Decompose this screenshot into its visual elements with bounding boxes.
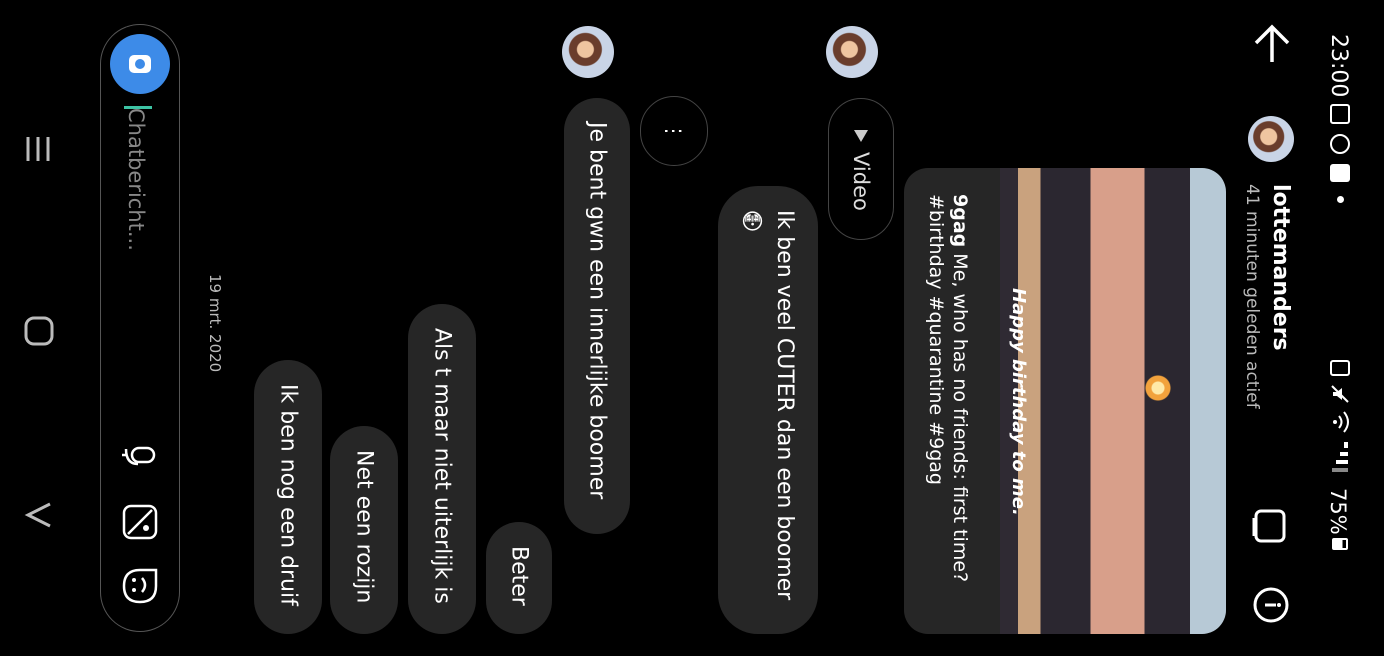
message-bubble-5[interactable]: Net een rozijn (330, 426, 398, 634)
message-text-1: Ik ben veel CUTER dan een boomer (772, 210, 797, 601)
post-caption: 9gag Me, who has no friends: first time?… (924, 194, 972, 614)
more-options-button[interactable]: ⋮ (640, 96, 708, 166)
message-bubble-2[interactable]: Je bent gwn een innerlijke boomer (564, 98, 630, 534)
gallery-button[interactable] (122, 504, 158, 544)
username[interactable]: lottemanders (1268, 184, 1293, 351)
microphone-icon (122, 446, 156, 466)
status-time: 23:00 (1326, 34, 1351, 98)
message-bubble-3[interactable]: Beter (486, 522, 552, 634)
date-label: 19 mrt. 2020 (206, 274, 224, 373)
header-avatar[interactable] (1248, 116, 1294, 162)
camera-button[interactable] (110, 34, 170, 94)
last-active-status: 41 minuten geleden actief (1242, 184, 1262, 409)
info-icon (1253, 587, 1289, 623)
post-caption-text: Me, who has no friends: first time? #bir… (925, 194, 971, 583)
message-text-2: Je bent gwn een innerlijke boomer (584, 122, 610, 500)
voice-message-button[interactable] (120, 440, 160, 480)
arrow-back-icon (1254, 24, 1290, 62)
battery-percentage: 75% (1326, 488, 1350, 535)
sender-avatar-2[interactable] (562, 26, 614, 78)
message-text-3: Beter (506, 546, 532, 606)
back-nav-button[interactable] (24, 500, 54, 534)
sticker-icon (122, 568, 158, 604)
video-pill[interactable]: Video (828, 98, 894, 240)
flushed-emoji: 😳 (740, 210, 765, 235)
message-bubble-6[interactable]: Ik ben nog een druif (254, 360, 322, 634)
shared-post[interactable]: Happy birthday to me. 9gag Me, who has n… (904, 168, 1226, 634)
candle-flame (1138, 368, 1178, 408)
message-input[interactable]: Chatbericht... (124, 108, 148, 251)
post-author: 9gag (949, 194, 971, 248)
sender-avatar[interactable] (826, 26, 878, 78)
gallery-notification-icon (1330, 104, 1350, 124)
gallery-icon (122, 504, 158, 540)
post-image (1000, 168, 1226, 634)
message-text-5: Net een rozijn (351, 450, 377, 604)
play-icon (854, 129, 868, 142)
home-button[interactable] (24, 316, 54, 350)
video-call-button[interactable] (1252, 508, 1288, 552)
more-notifications-icon (1337, 196, 1344, 203)
video-label: Video (849, 151, 873, 211)
whatsapp-notification-icon (1330, 134, 1350, 154)
sticker-button[interactable] (122, 568, 158, 608)
message-bubble-4[interactable]: Als t maar niet uiterlijk is (408, 304, 476, 634)
chevron-back-icon (24, 502, 51, 528)
mute-icon (1330, 384, 1350, 408)
post-image-text: Happy birthday to me. (1008, 288, 1029, 516)
battery-saver-icon (1330, 360, 1350, 376)
signal-icon (1330, 440, 1350, 488)
message-text-6: Ik ben nog een druif (275, 384, 301, 606)
home-icon (24, 316, 54, 346)
camera-icon (129, 55, 151, 73)
recent-apps-button[interactable] (24, 134, 52, 168)
app-notification-icon (1330, 164, 1350, 182)
wifi-icon (1330, 410, 1350, 438)
info-button[interactable] (1252, 586, 1290, 628)
recent-apps-icon (26, 137, 50, 161)
more-icon: ⋮ (662, 121, 686, 141)
chat-screen: 23:00 75% lottemanders 41 minuten gelede… (0, 0, 1384, 656)
video-call-icon (1252, 509, 1286, 543)
message-bubble-1[interactable]: Ik ben veel CUTER dan een boomer 😳 (718, 186, 818, 634)
back-button[interactable] (1250, 22, 1294, 70)
message-text-4: Als t maar niet uiterlijk is (429, 328, 455, 604)
battery-icon (1332, 538, 1348, 550)
